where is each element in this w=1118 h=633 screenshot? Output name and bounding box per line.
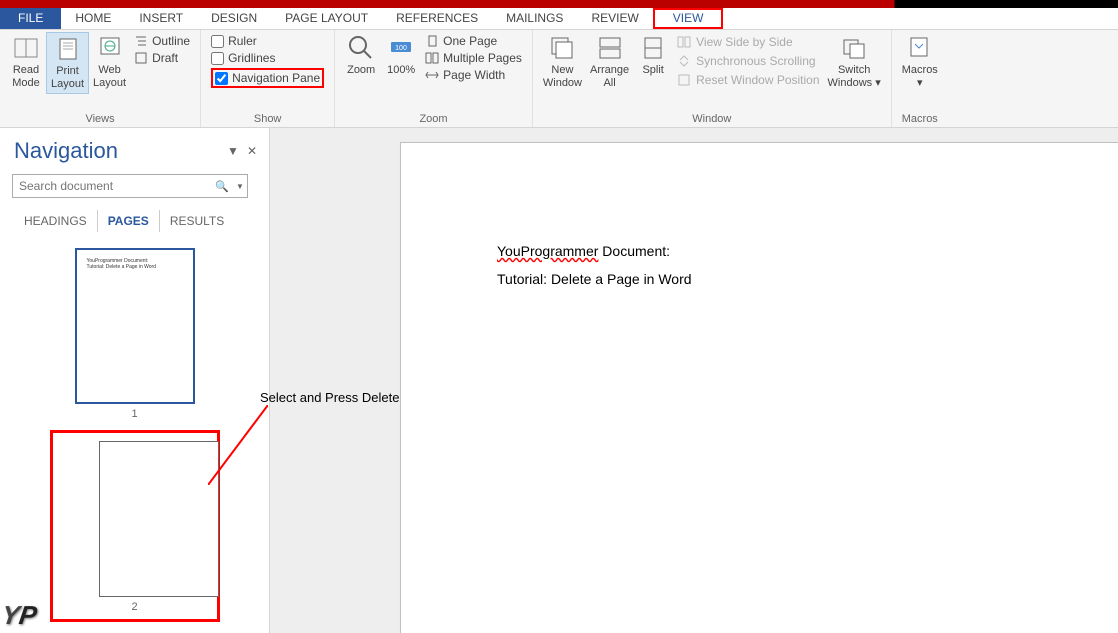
svg-text:100: 100 [395, 45, 407, 52]
nav-tab-headings[interactable]: HEADINGS [14, 210, 98, 232]
nav-tab-pages[interactable]: PAGES [98, 210, 160, 232]
doc-line-1: YouProgrammer Document: [497, 243, 1023, 259]
hundred-percent-button[interactable]: 100 100% [381, 32, 421, 79]
page-width-button[interactable]: Page Width [425, 68, 522, 82]
tab-review[interactable]: REVIEW [577, 8, 652, 29]
group-macros: Macros▾ Macros [892, 30, 948, 127]
page-width-icon [425, 68, 439, 82]
search-input[interactable] [13, 175, 211, 197]
arrange-all-icon [596, 34, 624, 62]
web-layout-icon [96, 34, 124, 62]
view-side-by-side-button: View Side by Side [677, 34, 819, 50]
annotation-arrow [208, 405, 268, 485]
group-zoom-label: Zoom [341, 111, 526, 127]
page-thumbnail-1[interactable]: YouProgrammer Document: Tutorial: Delete… [75, 248, 195, 404]
tab-file[interactable]: FILE [0, 8, 61, 29]
draft-button[interactable]: Draft [134, 51, 190, 65]
document-area[interactable]: YouProgrammer Document: Tutorial: Delete… [270, 128, 1118, 633]
zoom-icon [347, 34, 375, 62]
ruler-checkbox[interactable]: Ruler [211, 34, 324, 48]
macros-button[interactable]: Macros▾ [898, 32, 942, 92]
chevron-down-icon: ▾ [917, 77, 923, 89]
annotation-text: Select and Press Delete [260, 390, 399, 405]
group-views: Read Mode Print Layout Web Layout Outlin… [0, 30, 201, 127]
tab-view[interactable]: VIEW [653, 8, 724, 29]
annotation-highlight-box: 2 [50, 430, 220, 622]
navigation-title: Navigation [14, 138, 118, 164]
sync-scroll-icon [677, 54, 691, 68]
nav-close-icon[interactable]: ✕ [247, 144, 257, 158]
outline-button[interactable]: Outline [134, 34, 190, 48]
one-page-button[interactable]: One Page [425, 34, 522, 48]
read-mode-icon [12, 34, 40, 62]
read-mode-button[interactable]: Read Mode [6, 32, 46, 92]
tab-insert[interactable]: INSERT [125, 8, 197, 29]
search-icon[interactable]: 🔍 [211, 175, 233, 197]
group-window-label: Window [539, 111, 885, 127]
new-window-button[interactable]: New Window [539, 32, 586, 92]
tab-design[interactable]: DESIGN [197, 8, 271, 29]
group-views-label: Views [6, 111, 194, 127]
tab-mailings[interactable]: MAILINGS [492, 8, 577, 29]
content-area: Navigation ▼ ✕ 🔍 ▼ HEADINGS PAGES RESULT… [0, 128, 1118, 633]
navigation-pane-checkbox[interactable]: Navigation Pane [215, 71, 320, 85]
reset-window-position-button: Reset Window Position [677, 72, 819, 88]
draft-icon [134, 51, 148, 65]
hundred-icon: 100 [387, 34, 415, 62]
search-dropdown-icon[interactable]: ▼ [233, 175, 247, 197]
tab-home[interactable]: HOME [61, 8, 125, 29]
page-number-2: 2 [99, 601, 171, 613]
nav-tabs: HEADINGS PAGES RESULTS [0, 202, 269, 238]
chevron-down-icon: ▾ [875, 77, 881, 89]
navigation-pane: Navigation ▼ ✕ 🔍 ▼ HEADINGS PAGES RESULT… [0, 128, 270, 633]
search-box: 🔍 ▼ [12, 174, 248, 198]
ribbon: Read Mode Print Layout Web Layout Outlin… [0, 30, 1118, 128]
zoom-button[interactable]: Zoom [341, 32, 381, 79]
switch-windows-icon [840, 34, 868, 62]
reset-pos-icon [677, 73, 691, 87]
one-page-icon [425, 34, 439, 48]
group-show: Ruler Gridlines Navigation Pane Show [201, 30, 335, 127]
web-layout-button[interactable]: Web Layout [89, 32, 130, 92]
multi-pages-icon [425, 51, 439, 65]
side-by-side-icon [677, 35, 691, 49]
tab-page-layout[interactable]: PAGE LAYOUT [271, 8, 382, 29]
multiple-pages-button[interactable]: Multiple Pages [425, 51, 522, 65]
outline-icon [134, 34, 148, 48]
arrange-all-button[interactable]: Arrange All [586, 32, 633, 92]
logo-watermark: YP [0, 600, 39, 631]
switch-windows-button[interactable]: Switch Windows ▾ [824, 32, 885, 92]
synchronous-scrolling-button: Synchronous Scrolling [677, 53, 819, 69]
tab-references[interactable]: REFERENCES [382, 8, 492, 29]
nav-tab-results[interactable]: RESULTS [160, 210, 234, 232]
new-window-icon [548, 34, 576, 62]
split-button[interactable]: Split [633, 32, 673, 79]
group-show-label: Show [207, 111, 328, 127]
print-layout-button[interactable]: Print Layout [46, 32, 89, 94]
gridlines-checkbox[interactable]: Gridlines [211, 51, 324, 65]
page-thumbnail-2[interactable] [99, 441, 219, 597]
ribbon-tabs: FILE HOME INSERT DESIGN PAGE LAYOUT REFE… [0, 8, 1118, 30]
doc-line-2: Tutorial: Delete a Page in Word [497, 271, 1023, 287]
group-zoom: Zoom 100 100% One Page Multiple Pages Pa… [335, 30, 533, 127]
print-layout-icon [54, 35, 82, 63]
group-window: New Window Arrange All Split View Side b… [533, 30, 892, 127]
title-bar-strip [0, 0, 1118, 8]
nav-dropdown-icon[interactable]: ▼ [227, 144, 239, 158]
group-macros-label: Macros [898, 111, 942, 127]
split-icon [639, 34, 667, 62]
document-page[interactable]: YouProgrammer Document: Tutorial: Delete… [400, 142, 1118, 633]
macros-icon [906, 34, 934, 62]
